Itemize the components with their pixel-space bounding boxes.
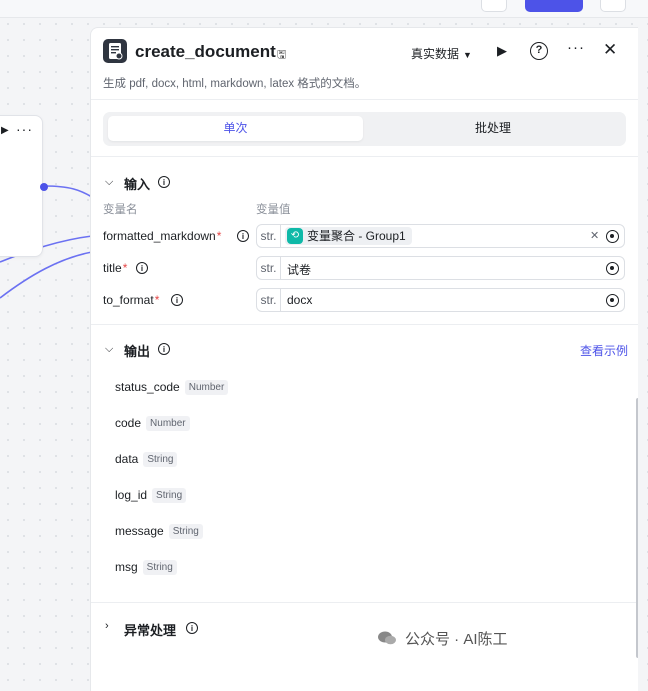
- run-mode-tabs: 单次 批处理: [103, 112, 626, 146]
- output-section-title[interactable]: 输出: [124, 341, 150, 360]
- input-name-text: title: [103, 261, 122, 275]
- wechat-icon: [378, 631, 396, 645]
- required-mark: *: [154, 293, 160, 307]
- tab-batch[interactable]: 批处理: [365, 116, 621, 141]
- type-label: str.: [257, 225, 281, 247]
- more-icon[interactable]: ···: [16, 121, 33, 137]
- input-value-formatted-markdown[interactable]: str. ⟲ 变量聚合 - Group1 ✕: [256, 224, 625, 248]
- input-section-title[interactable]: 输入: [124, 174, 150, 193]
- tab-single[interactable]: 单次: [108, 116, 363, 141]
- divider: [91, 324, 638, 325]
- output-field-name: status_code: [115, 380, 180, 394]
- caret-down-icon: ▼: [463, 50, 472, 60]
- input-value-text[interactable]: docx: [287, 293, 312, 307]
- output-field: data String: [115, 452, 178, 467]
- node-description: 生成 pdf, docx, html, markdown, latex 格式的文…: [103, 78, 367, 90]
- variable-picker-icon[interactable]: [606, 262, 619, 275]
- column-header-value: 变量值: [256, 204, 291, 216]
- input-value-text[interactable]: 试卷: [287, 261, 311, 278]
- type-badge: String: [152, 488, 187, 503]
- watermark: 公众号 · AI陈工: [377, 628, 508, 649]
- divider: [91, 602, 638, 603]
- output-field: code Number: [115, 416, 190, 431]
- input-name-text: to_format: [103, 293, 154, 307]
- type-badge: String: [143, 452, 178, 467]
- output-field: log_id String: [115, 488, 187, 503]
- close-icon[interactable]: ✕: [603, 40, 617, 60]
- info-icon[interactable]: i: [186, 622, 198, 634]
- input-value-to-format[interactable]: str. docx: [256, 288, 625, 312]
- input-name-text: formatted_markdown: [103, 229, 216, 243]
- panel-header: create_document 🖫 真实数据 ▼ ▶ ? ··· ✕ 生成 pdf…: [91, 28, 638, 100]
- more-icon[interactable]: ···: [567, 39, 585, 56]
- output-field-name: code: [115, 416, 142, 430]
- panel-scrollbar[interactable]: [636, 398, 638, 658]
- info-icon[interactable]: i: [136, 262, 148, 274]
- input-name-title: title*: [103, 261, 127, 275]
- type-badge: Number: [146, 416, 190, 431]
- document-plugin-icon: [103, 39, 127, 63]
- reference-text: 变量聚合 - Group1: [307, 229, 406, 243]
- type-badge: Number: [184, 380, 229, 395]
- output-port[interactable]: [40, 183, 48, 191]
- output-field: message String: [115, 524, 203, 539]
- output-field-name: data: [115, 452, 139, 466]
- variable-picker-icon[interactable]: [606, 294, 619, 307]
- info-icon[interactable]: i: [158, 343, 170, 355]
- info-icon[interactable]: i: [158, 176, 170, 188]
- node-settings-panel: create_document 🖫 真实数据 ▼ ▶ ? ··· ✕ 生成 pdf…: [90, 27, 638, 691]
- chevron-down-icon[interactable]: ⌵: [105, 176, 113, 189]
- chevron-right-icon[interactable]: ›: [105, 620, 109, 632]
- type-badge: String: [142, 560, 177, 575]
- output-field: msg String: [115, 560, 177, 575]
- input-name-formatted-markdown: formatted_markdown*: [103, 229, 221, 243]
- output-field: status_code Number: [115, 380, 229, 395]
- variable-picker-icon[interactable]: [606, 230, 619, 243]
- save-icon[interactable]: 🖫: [277, 46, 286, 65]
- output-field-name: log_id: [115, 488, 148, 502]
- variable-reference-tag[interactable]: ⟲ 变量聚合 - Group1: [285, 227, 412, 245]
- test-run-icon[interactable]: ▶: [497, 43, 507, 59]
- mode-label: 真实数据: [411, 47, 460, 61]
- type-label: str.: [257, 289, 281, 311]
- input-value-title[interactable]: str. 试卷: [256, 256, 625, 280]
- chevron-down-icon[interactable]: ⌵: [105, 343, 113, 356]
- info-icon[interactable]: i: [171, 294, 183, 306]
- view-example-link[interactable]: 查看示例: [580, 342, 628, 359]
- type-badge: String: [168, 524, 203, 539]
- clear-icon[interactable]: ✕: [590, 229, 599, 242]
- column-header-name: 变量名: [103, 204, 138, 216]
- divider: [91, 156, 638, 157]
- input-name-to-format: to_format*: [103, 293, 159, 307]
- variable-merge-icon: ⟲: [287, 228, 303, 244]
- output-field-name: msg: [115, 560, 138, 574]
- type-label: str.: [257, 257, 281, 279]
- info-icon[interactable]: i: [237, 230, 249, 242]
- exception-section-title[interactable]: 异常处理: [124, 620, 176, 639]
- help-icon[interactable]: ?: [530, 42, 548, 60]
- run-node-icon[interactable]: ▶: [1, 125, 9, 136]
- required-mark: *: [216, 229, 222, 243]
- upstream-node-card[interactable]: ▶ ···: [0, 115, 43, 257]
- mode-dropdown[interactable]: 真实数据 ▼: [411, 45, 472, 62]
- output-field-name: message: [115, 524, 164, 538]
- node-title[interactable]: create_document: [135, 42, 276, 62]
- required-mark: *: [122, 261, 128, 275]
- watermark-text: 公众号 · AI陈工: [405, 631, 508, 648]
